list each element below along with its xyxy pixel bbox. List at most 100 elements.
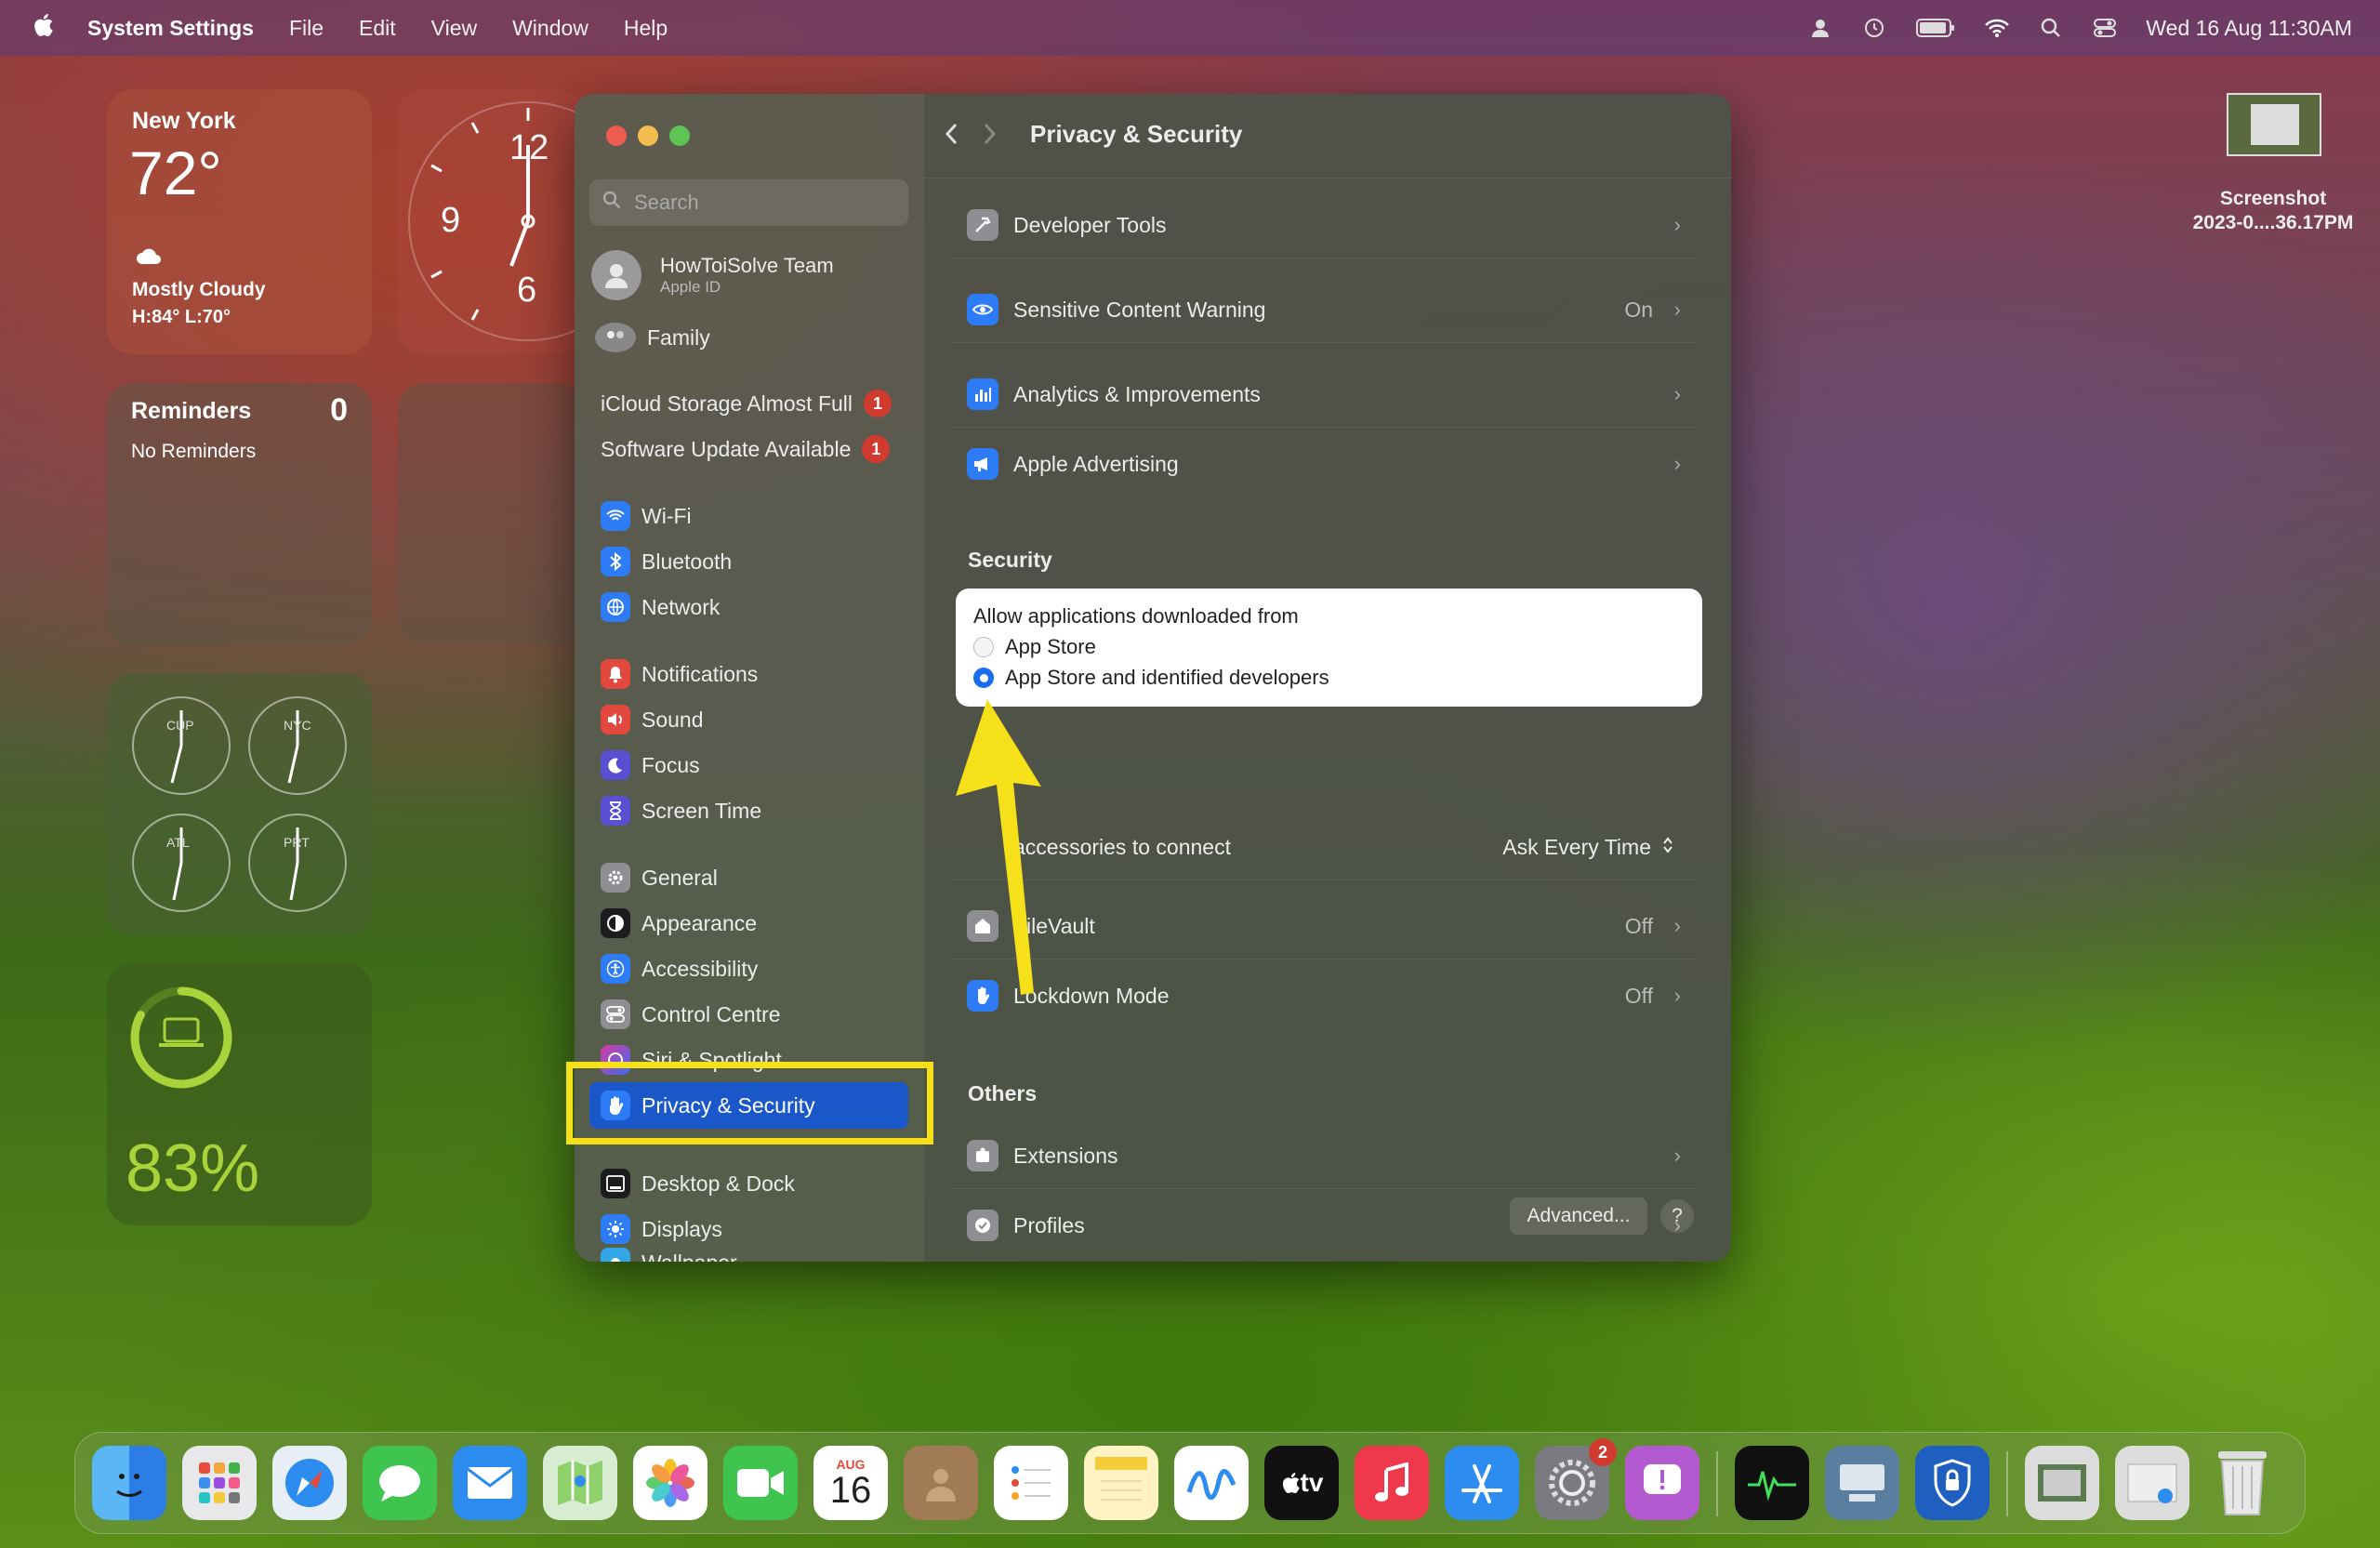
family-label: Family [647,324,710,350]
menu-help[interactable]: Help [624,16,668,41]
sidebar-item-sound[interactable]: Sound [601,705,704,734]
search-field[interactable]: Search [589,179,908,226]
zoom-window-button[interactable] [669,126,690,146]
sidebar-item-accessibility[interactable]: Accessibility [601,954,758,984]
contacts-person-icon [926,1469,956,1502]
clock-widget[interactable]: 12 9 6 [398,89,584,354]
row-developer-tools[interactable]: Developer Tools › [952,192,1696,258]
reminders-widget[interactable]: Reminders 0 No Reminders [107,383,372,645]
dock-safari[interactable] [272,1446,347,1520]
reminders-title: Reminders [131,398,252,424]
control-centre-icon[interactable] [2092,15,2118,41]
dock-music[interactable] [1355,1446,1429,1520]
clock-twelve: 12 [509,128,549,167]
sidebar-item-screen-time[interactable]: Screen Time [601,796,761,826]
dock-migration-assistant[interactable] [1825,1446,1899,1520]
sidebar-item-general[interactable]: General [601,863,718,893]
desktop-file-screenshot[interactable]: Screenshot 2023-0....36.17PM [2175,89,2380,247]
notifications-label: Notifications [641,661,759,686]
sidebar-item-desktop-dock[interactable]: Desktop & Dock [601,1169,795,1198]
appearance-label: Appearance [641,910,758,935]
dock-notes[interactable] [1084,1446,1158,1520]
account-sub: Apple ID [660,278,721,296]
feedback-exclamation-icon [1644,1464,1681,1494]
row-extensions[interactable]: Extensions › [952,1123,1696,1188]
close-window-button[interactable] [606,126,627,146]
accessories-popup[interactable]: Ask Every Time [1502,835,1673,860]
dock-trash[interactable] [2205,1446,2280,1520]
menu-window[interactable]: Window [512,16,588,41]
dock-freeform[interactable] [1174,1446,1249,1520]
sidebar-item-focus[interactable]: Focus [601,750,700,780]
apple-logo-icon [1282,1473,1300,1494]
menu-view[interactable]: View [431,16,477,41]
world-clock-city-3: ATL [166,835,190,850]
row-apple-advertising[interactable]: Apple Advertising › [952,431,1696,496]
menu-app-name[interactable]: System Settings [87,16,254,41]
weather-widget[interactable]: New York 72° Mostly Cloudy H:84° L:70° [107,89,372,354]
dock-facetime[interactable] [723,1446,798,1520]
sidebar-item-wallpaper[interactable]: Wallpaper [601,1248,737,1262]
dock-finder[interactable] [92,1446,166,1520]
dock-apple-tv[interactable]: tv [1264,1446,1339,1520]
app-store-a-icon [1461,1464,1502,1503]
family-icon [595,323,636,352]
wifi-icon[interactable] [1984,15,2010,41]
spotlight-search-icon[interactable] [2038,15,2064,41]
dock-calendar[interactable]: AUG 16 [813,1446,888,1520]
dock-photos[interactable] [633,1446,707,1520]
apple-menu-icon[interactable] [32,12,56,45]
user-icon[interactable] [1807,15,1833,41]
dock-feedback[interactable] [1625,1446,1699,1520]
forward-chevron-icon[interactable] [980,122,998,151]
advanced-button[interactable]: Advanced... [1510,1197,1647,1235]
radio-identified-developers[interactable]: App Store and identified developers [973,666,1329,690]
accessories-value: Ask Every Time [1502,834,1651,859]
speech-bubble-icon [379,1465,420,1502]
dock-downloads-stack[interactable] [2025,1446,2099,1520]
video-camera-icon [737,1469,784,1497]
sidebar-item-appearance[interactable]: Appearance [601,908,757,938]
dock-screenshot-stack[interactable] [2115,1446,2189,1520]
clock-nine: 9 [441,201,461,240]
world-clock-widget[interactable]: CUP NYC ATL PRT [107,673,372,935]
dock-reminders[interactable] [994,1446,1068,1520]
dock-messages[interactable] [363,1446,437,1520]
menu-clock[interactable]: Wed 16 Aug 11:30AM [2146,16,2352,41]
time-machine-icon[interactable] [1861,15,1887,41]
dock-security-shield[interactable] [1915,1446,1990,1520]
minimize-window-button[interactable] [638,126,658,146]
battery-icon[interactable] [1915,15,1956,41]
dock-system-settings[interactable]: 2 [1535,1438,1617,1520]
sidebar-item-notifications[interactable]: Notifications [601,659,758,689]
dock-activity-monitor[interactable] [1735,1446,1809,1520]
battery-widget[interactable]: 83% [107,963,372,1225]
back-chevron-icon[interactable] [943,122,961,151]
sidebar-item-displays[interactable]: Displays [601,1214,722,1244]
dock-launchpad[interactable] [182,1446,257,1520]
sidebar-item-network[interactable]: Network [601,592,720,622]
screenshot-thumbnail [2227,93,2321,156]
dock-mail[interactable] [453,1446,527,1520]
dock-maps[interactable] [543,1446,617,1520]
menu-file[interactable]: File [289,16,324,41]
icloud-alert-label: iCloud Storage Almost Full [601,390,853,416]
sun-brightness-icon [601,1214,630,1244]
dock-app-store[interactable] [1445,1446,1519,1520]
dock-contacts[interactable] [904,1446,978,1520]
sidebar-alert-icloud[interactable]: iCloud Storage Almost Full 1 [601,390,892,417]
radio-app-store[interactable]: App Store [973,635,1096,659]
displays-label: Displays [641,1216,722,1241]
chevron-right-icon: › [1673,1144,1681,1167]
menu-edit[interactable]: Edit [359,16,396,41]
sidebar-item-bluetooth[interactable]: Bluetooth [601,547,732,576]
row-analytics[interactable]: Analytics & Improvements › [952,362,1696,427]
sidebar-item-wifi[interactable]: Wi-Fi [601,501,692,531]
sidebar-apple-id[interactable]: HowToiSolve Team Apple ID [591,250,834,300]
sidebar-item-control-centre[interactable]: Control Centre [601,999,781,1029]
sidebar-alert-software-update[interactable]: Software Update Available 1 [601,435,891,463]
help-button[interactable]: ? [1660,1199,1694,1233]
account-name: HowToiSolve Team [660,254,834,277]
row-sensitive-content-warning[interactable]: Sensitive Content Warning On › [952,277,1696,342]
sidebar-item-family[interactable]: Family [595,323,710,352]
